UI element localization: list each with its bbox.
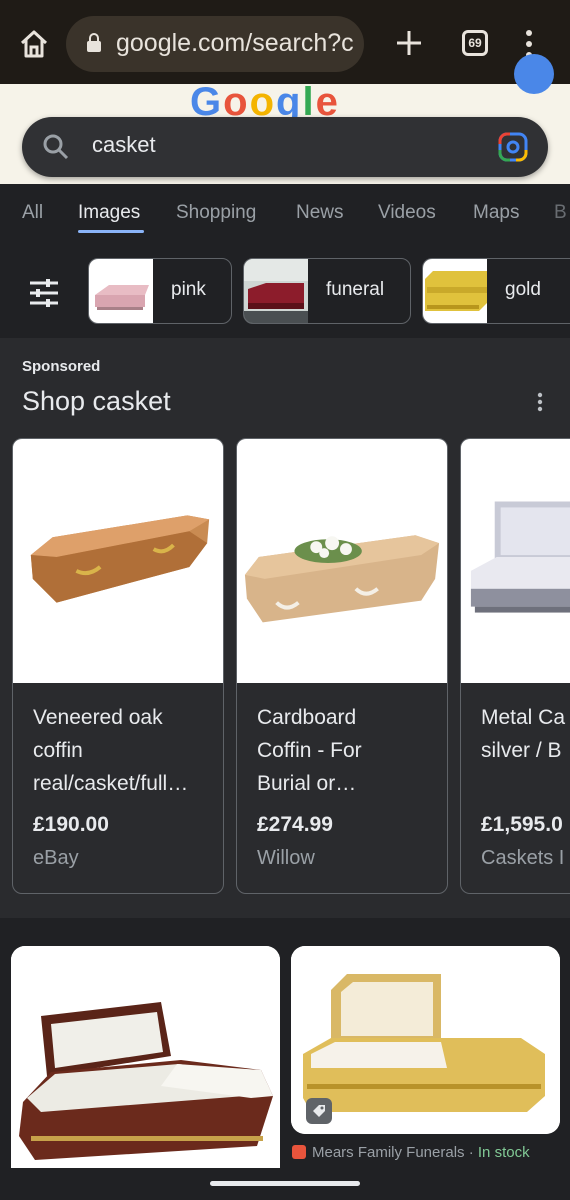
product-card[interactable]: Cardboard Coffin - For Burial or… £274.9… [236,438,448,894]
gesture-bar [0,1168,570,1200]
active-tab-indicator [78,230,144,233]
browser-toolbar: google.com/search?c 69 [0,0,570,88]
tab-all[interactable]: All [22,202,43,224]
product-title: Metal Ca silver / B [481,706,566,762]
new-tab-icon[interactable] [394,26,424,60]
stock-status: In stock [477,1144,530,1161]
source-separator: · [464,1144,478,1161]
product-seller: Caskets I [481,847,565,869]
google-lens-icon[interactable] [498,132,528,162]
chip-pink[interactable]: pink [88,258,232,324]
chip-funeral[interactable]: funeral [243,258,411,324]
favicon-icon [292,1145,306,1159]
product-seller: eBay [33,847,79,869]
home-gesture-handle[interactable] [210,1181,360,1186]
url-text: google.com/search?c [116,29,354,57]
search-tabs: All Images Shopping News Videos Maps B [0,184,570,244]
tab-videos[interactable]: Videos [378,202,436,224]
sponsored-section: Sponsored Shop casket Veneered oak coffi… [0,338,570,918]
search-input[interactable]: casket [92,132,156,158]
product-price: £1,595.0 [481,813,563,836]
home-icon[interactable] [18,28,50,60]
tab-news[interactable]: News [296,202,344,224]
section-title: Shop casket [22,386,171,416]
gold-casket-thumbnail [423,259,487,323]
tab-switcher-button[interactable]: 69 [462,30,488,56]
tab-shopping[interactable]: Shopping [176,202,256,224]
product-price: £190.00 [33,813,109,836]
product-price: £274.99 [257,813,333,836]
pink-casket-thumbnail [89,259,153,323]
image-result-wood-casket[interactable] [11,946,280,1186]
more-options-icon[interactable] [536,392,544,412]
refinement-chips: pink funeral gold [0,252,570,336]
tab-maps[interactable]: Maps [473,202,519,224]
url-bar[interactable]: google.com/search?c [66,16,364,72]
funeral-casket-thumbnail [244,259,308,323]
tab-books[interactable]: B [554,202,570,224]
price-tag-icon [306,1098,332,1124]
product-card[interactable]: Veneered oak coffin real/casket/full… £1… [12,438,224,894]
metal-casket-image [461,439,570,683]
search-box[interactable]: casket [22,117,548,177]
sponsored-label: Sponsored [22,358,101,375]
oak-coffin-image [13,439,223,683]
filter-icon[interactable] [28,278,60,308]
cardboard-coffin-image [237,439,447,683]
search-icon [43,134,69,160]
chip-gold[interactable]: gold [422,258,570,324]
source-name: Mears Family Funerals [312,1144,465,1161]
lock-icon [87,33,101,52]
product-title: Veneered oak coffin real/casket/full… [33,706,189,795]
product-title: Cardboard Coffin - For Burial or… [257,706,362,795]
avatar[interactable] [514,54,554,94]
chip-label-funeral: funeral [326,279,385,300]
product-seller: Willow [257,847,315,869]
chip-label-pink: pink [171,279,206,300]
product-card[interactable]: Metal Ca silver / B £1,595.0 Caskets I [460,438,570,894]
chip-label-gold: gold [505,279,541,300]
result-source[interactable]: Mears Family Funerals · In stock [292,1144,530,1161]
tab-images[interactable]: Images [78,202,140,224]
